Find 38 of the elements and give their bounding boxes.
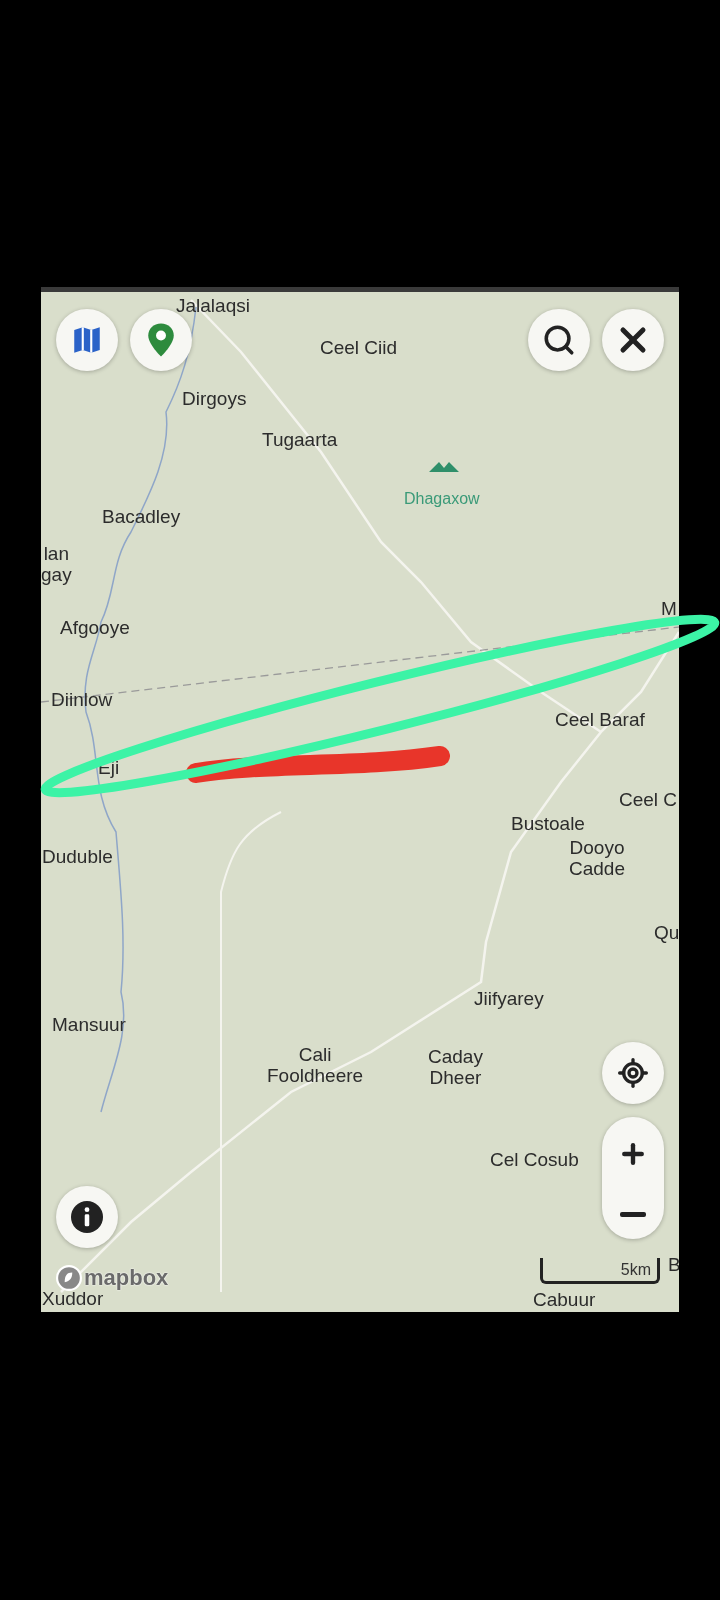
place-label: Bacadley (102, 506, 181, 527)
place-label: Ceel Baraf (555, 709, 645, 730)
info-button[interactable] (56, 1186, 118, 1248)
place-label: Afgooye (60, 617, 130, 638)
peak-label: Dhagaxow (404, 489, 480, 509)
place-label: Dooyo Cadde (569, 837, 625, 879)
place-label: Cali Fooldheere (267, 1044, 364, 1086)
place-label: Dirgoys (182, 388, 247, 409)
place-label: Diinlow (51, 689, 113, 710)
place-label: Mansuur (52, 1014, 126, 1035)
info-icon (71, 1201, 103, 1233)
place-label: Duduble (42, 846, 113, 867)
place-label: M (661, 598, 677, 619)
place-label: Ceel C (619, 789, 678, 810)
map-pin-icon (146, 322, 176, 358)
search-button[interactable] (528, 309, 590, 371)
logo-text: mapbox (84, 1265, 169, 1291)
locate-button[interactable] (602, 1042, 664, 1104)
place-label: Bustoale (511, 813, 585, 834)
place-label: Tugaarta (262, 429, 338, 450)
place-label: lan gay (41, 543, 72, 585)
logo-icon (56, 1265, 82, 1291)
place-label: Jalalaqsi (176, 295, 250, 316)
search-icon (542, 323, 576, 357)
place-label: Cabuur (533, 1289, 596, 1310)
place-label: Ceel Ciid (320, 337, 398, 358)
locate-icon (617, 1057, 649, 1089)
scale-bar: 5km (540, 1258, 660, 1284)
place-label: Xuddor (42, 1288, 104, 1309)
place-label: B (668, 1254, 679, 1275)
mountain-icon (429, 462, 459, 472)
place-label: Caday Dheer (428, 1046, 483, 1088)
place-label: Jiifyarey (474, 988, 544, 1009)
place-label: Cel Cosub (490, 1149, 579, 1170)
close-button[interactable] (602, 309, 664, 371)
place-label: Qu (654, 922, 679, 943)
map-layers-button[interactable] (56, 309, 118, 371)
minus-icon (620, 1212, 646, 1218)
